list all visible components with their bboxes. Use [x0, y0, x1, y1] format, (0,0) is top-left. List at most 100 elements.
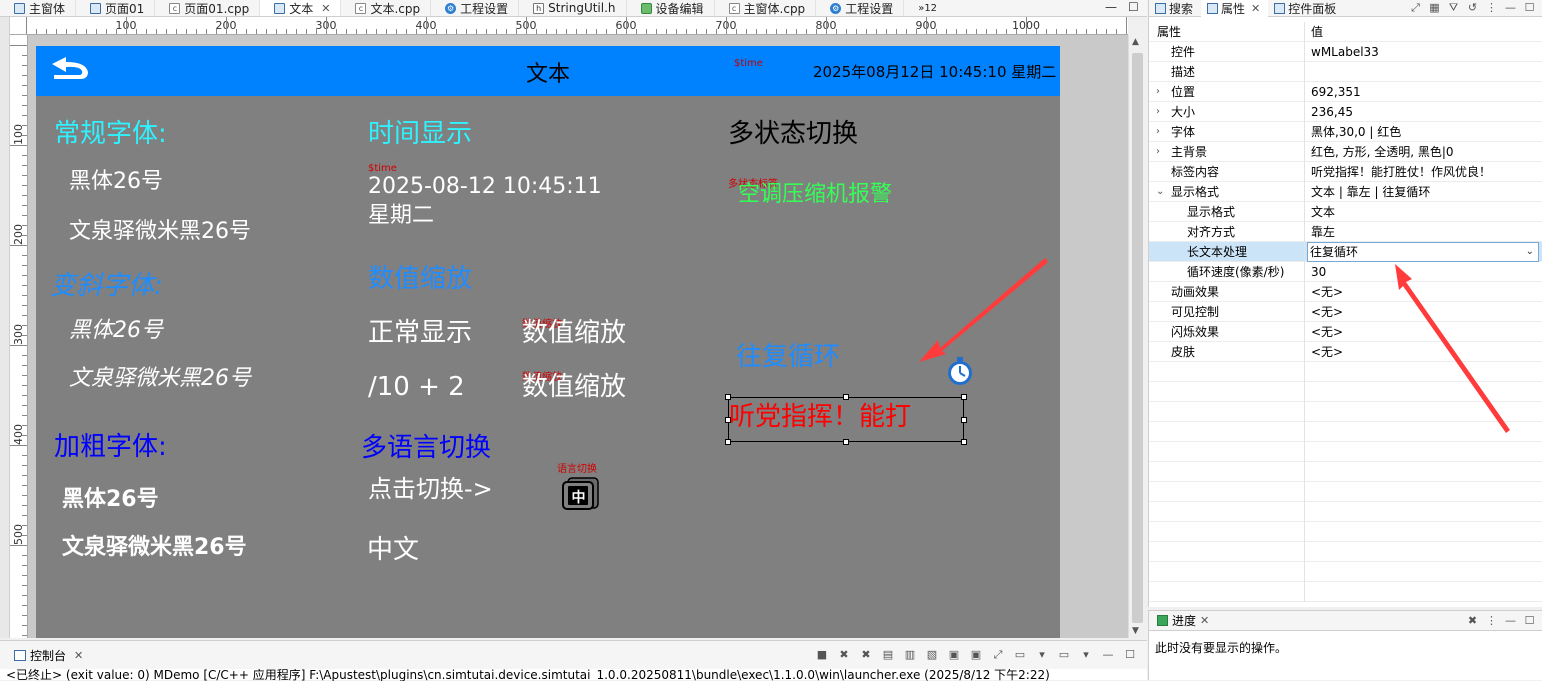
clear-all-icon[interactable]: ✖: [1466, 614, 1479, 627]
maximize-icon[interactable]: ☐: [1128, 0, 1139, 14]
regular-font-heading[interactable]: 常规字体:: [54, 120, 167, 149]
resize-handle[interactable]: [725, 417, 731, 423]
tab-main-window[interactable]: 主窗体: [0, 0, 77, 16]
show-on-output-icon[interactable]: ▣: [947, 648, 961, 662]
resize-handle[interactable]: [843, 394, 849, 400]
tab-stringutil-h[interactable]: h StringUtil.h: [519, 0, 627, 16]
resize-handle[interactable]: [961, 439, 967, 445]
property-row[interactable]: › 位置 692,351: [1149, 82, 1542, 102]
scrollbar-thumb[interactable]: [1132, 53, 1143, 623]
close-icon[interactable]: ✕: [321, 2, 330, 15]
click-switch-label[interactable]: 点击切换->: [368, 476, 493, 503]
tab-text-cpp[interactable]: c 文本.cpp: [341, 0, 432, 16]
tab-page01-cpp[interactable]: c 页面01.cpp: [155, 0, 261, 16]
property-row[interactable]: 描述: [1149, 62, 1542, 82]
tab-text[interactable]: 文本 ✕: [260, 0, 342, 16]
show-on-error-icon[interactable]: ▣: [969, 648, 983, 662]
restore-default-icon[interactable]: ↺: [1466, 1, 1479, 15]
tab-project-settings[interactable]: ⚙ 工程设置: [431, 0, 520, 16]
compressor-alarm-label[interactable]: 空调压缩机报警: [738, 182, 892, 207]
weekday-display[interactable]: 星期二: [368, 203, 434, 228]
close-icon[interactable]: ✕: [1251, 2, 1260, 15]
tab-page01[interactable]: 页面01: [76, 0, 156, 16]
property-row[interactable]: 可见控制 <无>: [1149, 302, 1542, 322]
tab-properties[interactable]: 属性 ✕: [1201, 0, 1269, 17]
resize-handle[interactable]: [725, 394, 731, 400]
tab-device-edit[interactable]: 设备编辑: [627, 0, 715, 16]
italic-font-heading[interactable]: 变斜字体:: [50, 272, 163, 301]
open-console-icon[interactable]: ▭: [1057, 648, 1071, 662]
property-row[interactable]: 皮肤 <无>: [1149, 342, 1542, 362]
remove-launch-icon[interactable]: ✖: [837, 648, 851, 662]
property-row[interactable]: 对齐方式 靠左: [1149, 222, 1542, 242]
resize-handle[interactable]: [961, 417, 967, 423]
scroll-down-icon[interactable]: ▼: [1132, 626, 1139, 636]
property-row[interactable]: 动画效果 <无>: [1149, 282, 1542, 302]
minimize-icon[interactable]: —: [1504, 614, 1517, 627]
tab-project-settings-2[interactable]: ⚙ 工程设置: [816, 0, 905, 16]
multi-language-heading[interactable]: 多语言切换: [361, 434, 491, 463]
close-icon[interactable]: ✕: [1200, 614, 1209, 627]
display-console-icon[interactable]: ▭: [1013, 648, 1027, 662]
date-display[interactable]: 2025-08-12 10:45:11: [368, 174, 602, 199]
value-scale-display-normal[interactable]: 数值缩放: [522, 319, 626, 348]
minimize-icon[interactable]: —: [1504, 1, 1517, 15]
stop-icon[interactable]: ■: [815, 648, 829, 662]
resize-handle[interactable]: [961, 394, 967, 400]
italic-font-label-wqy[interactable]: 文泉驿微米黑26号: [69, 366, 251, 391]
property-row[interactable]: › 大小 236,45: [1149, 102, 1542, 122]
long-text-mode-select[interactable]: 往复循环 ⌄: [1307, 242, 1539, 262]
property-row[interactable]: 控件 wMLabel33: [1149, 42, 1542, 62]
time-display-heading[interactable]: 时间显示: [368, 120, 472, 149]
filter-icon[interactable]: ⛛: [1447, 1, 1460, 15]
categories-icon[interactable]: ▦: [1428, 1, 1441, 15]
canvas-scrollbar[interactable]: ▲ ▼: [1128, 35, 1145, 638]
loop-scroll-heading[interactable]: 往复循环: [736, 343, 840, 372]
scroll-lock-icon[interactable]: ▥: [903, 648, 917, 662]
hmi-screen[interactable]: 文本 $time 2025年08月12日 10:45:10 星期二 常规字体: …: [36, 46, 1060, 638]
chevron-down-icon[interactable]: ▾: [1079, 648, 1093, 662]
formula-label[interactable]: /10 + 2: [368, 373, 465, 402]
minimize-icon[interactable]: —: [1105, 0, 1117, 14]
pin-console-icon[interactable]: ⤢: [991, 648, 1005, 662]
property-row[interactable]: 循环速度(像素/秒) 30: [1149, 262, 1542, 282]
resize-handle[interactable]: [843, 439, 849, 445]
scroll-up-icon[interactable]: ▲: [1132, 37, 1139, 47]
current-language-display[interactable]: 中文: [367, 536, 419, 565]
minimize-icon[interactable]: —: [1101, 648, 1115, 662]
multi-state-heading[interactable]: 多状态切换: [728, 120, 858, 149]
tab-main-window-cpp[interactable]: c 主窗体.cpp: [715, 0, 817, 16]
chevron-down-icon[interactable]: ⌄: [1526, 243, 1534, 261]
property-row[interactable]: › 字体 黑体,30,0 | 红色: [1149, 122, 1542, 142]
regular-font-label-heiti[interactable]: 黑体26号: [69, 169, 163, 194]
resize-handle[interactable]: [725, 439, 731, 445]
view-menu-icon[interactable]: ⋮: [1485, 614, 1498, 627]
pin-icon[interactable]: ⤢: [1409, 1, 1422, 15]
value-scale-heading[interactable]: 数值缩放: [368, 265, 472, 294]
property-row[interactable]: 显示格式 文本: [1149, 202, 1542, 222]
tab-overflow-button[interactable]: »12: [904, 0, 947, 16]
italic-font-label-heiti[interactable]: 黑体26号: [69, 318, 163, 343]
bold-font-heading[interactable]: 加粗字体:: [54, 433, 167, 462]
property-row[interactable]: › 主背景 红色, 方形, 全透明, 黑色|0: [1149, 142, 1542, 162]
close-icon[interactable]: ✕: [74, 649, 83, 662]
word-wrap-icon[interactable]: ▧: [925, 648, 939, 662]
normal-display-label[interactable]: 正常显示: [368, 319, 472, 348]
clear-console-icon[interactable]: ▤: [881, 648, 895, 662]
tab-control-palette[interactable]: 控件面板: [1268, 0, 1344, 17]
regular-font-label-wqy[interactable]: 文泉驿微米黑26号: [69, 219, 251, 244]
selected-scroll-label[interactable]: 听党指挥！能打: [728, 397, 964, 442]
property-row[interactable]: 闪烁效果 <无>: [1149, 322, 1542, 342]
maximize-icon[interactable]: ☐: [1523, 1, 1536, 15]
bold-font-label-wqy[interactable]: 文泉驿微米黑26号: [62, 535, 247, 560]
clock-display[interactable]: 2025年08月12日 10:45:10 星期二: [813, 61, 1056, 82]
bold-font-label-heiti[interactable]: 黑体26号: [62, 487, 159, 512]
maximize-icon[interactable]: ☐: [1123, 648, 1137, 662]
property-row[interactable]: ⌄ 显示格式 文本 | 靠左 | 往复循环: [1149, 182, 1542, 202]
tab-search[interactable]: 搜索: [1149, 0, 1201, 17]
language-switch-button[interactable]: 中: [562, 476, 602, 510]
chevron-down-icon[interactable]: ▾: [1035, 648, 1049, 662]
tab-progress[interactable]: 进度 ✕: [1149, 612, 1217, 629]
value-scale-display-formula[interactable]: 数值缩放: [522, 373, 626, 402]
property-row-selected[interactable]: 长文本处理 往复循环 ⌄: [1149, 242, 1542, 262]
